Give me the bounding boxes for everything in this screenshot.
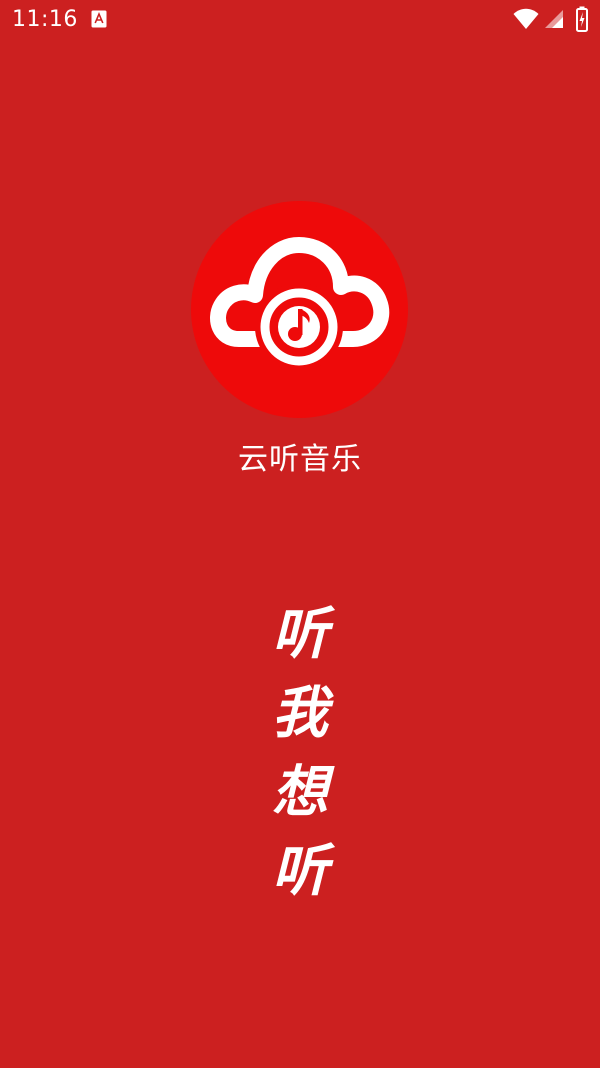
slogan: 听 我 想 听 — [255, 595, 345, 911]
wifi-icon — [513, 8, 539, 29]
status-bar: 11:16 — [0, 0, 600, 40]
slogan-char: 我 — [272, 680, 328, 746]
cellular-signal-icon — [545, 10, 563, 28]
status-time: 11:16 — [12, 7, 78, 32]
slogan-char: 想 — [272, 759, 328, 825]
a-badge-icon — [91, 10, 107, 28]
app-name: 云听音乐 — [238, 442, 362, 477]
battery-charging-icon — [576, 6, 588, 32]
slogan-char: 听 — [272, 601, 328, 667]
slogan-char: 听 — [272, 838, 328, 904]
cloud-music-note-icon — [191, 201, 408, 418]
